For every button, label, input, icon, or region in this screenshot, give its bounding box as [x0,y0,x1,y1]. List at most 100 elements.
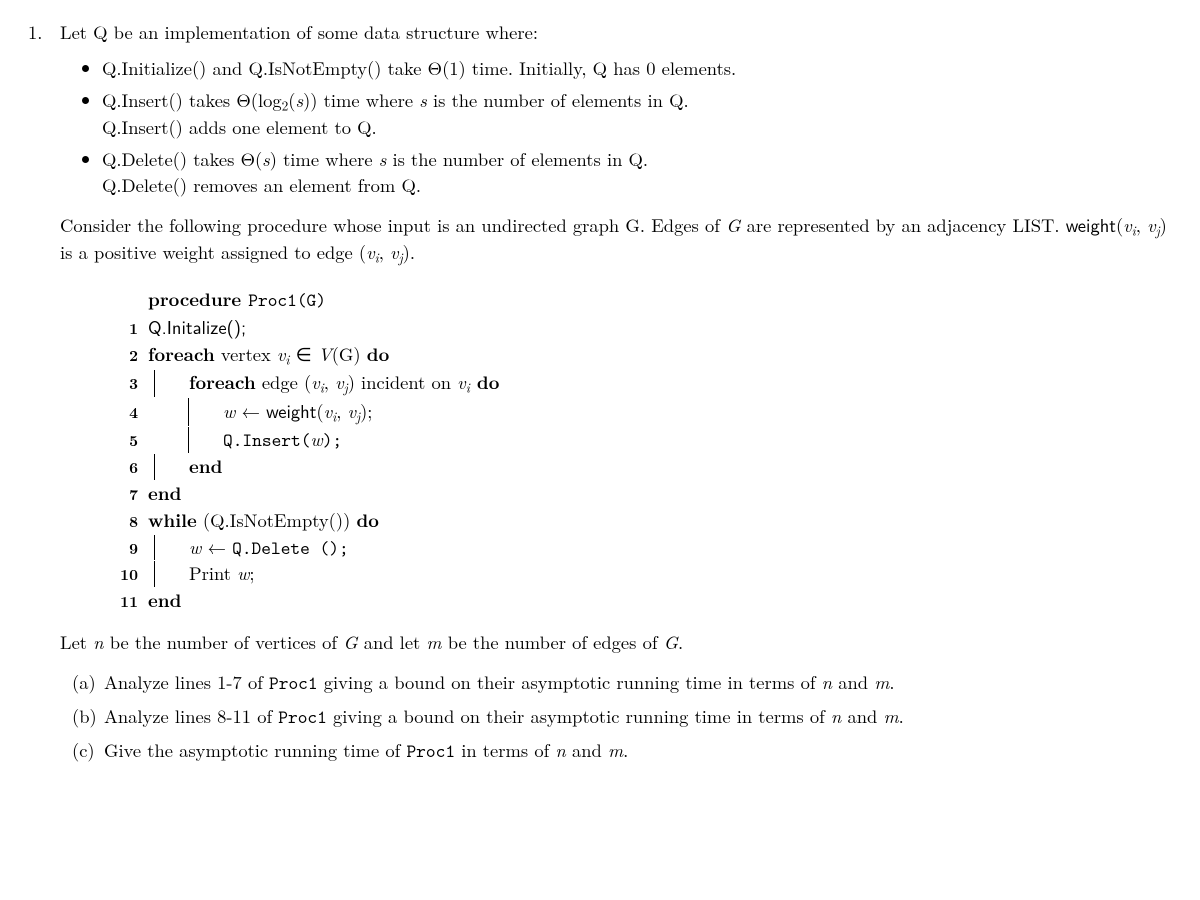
text: ; [249,560,254,586]
var-v: v [348,398,357,424]
alg-line-5: 5 Q.Insert(w); [110,427,1172,453]
alg-line-2: 2 foreach vertex vi ∈ V(G) do [110,342,1172,369]
text: ) time where [270,146,379,172]
alg-line-4: 4 w ← weight(vi, vj); [110,398,1172,426]
var-m: m [874,669,889,695]
part-label: (a) [72,670,104,696]
kw-while: while [148,507,197,533]
sym-assign: ← [235,398,266,424]
var-w: w [189,534,201,560]
kw-end: end [148,480,181,506]
text: edge ( [256,369,311,395]
line-no: 8 [110,510,138,532]
text: Q.Insert() adds one element to Q. [102,114,377,140]
bullet-delete: Q.Delete() takes Θ(s) time where s is th… [102,147,1172,199]
problem-body: Let Q be an implementation of some data … [60,20,1172,772]
text: and [566,737,608,763]
line-no: 11 [110,590,138,612]
text: . [623,737,628,763]
var-G: G [726,212,740,238]
var-m: m [883,703,898,729]
operation-list: Q.Initialize() and Q.IsNotEmpty() take Θ… [60,56,1172,199]
text: and [841,703,883,729]
text: . [899,703,904,729]
cond: (Q.IsNotEmpty()) [197,507,357,533]
text: Analyze lines 1-7 of [104,669,269,695]
var-v: v [1123,212,1132,238]
var-s: s [262,146,270,172]
alg-line-8: 8 while (Q.IsNotEmpty()) do [110,508,1172,534]
alg-line-11: 11 end [110,588,1172,614]
kw-foreach: foreach [189,369,256,395]
alg-line-1: 1 Q.Initalize(); [110,314,1172,341]
proc-name: Proc1 [278,704,327,729]
text: ( [316,398,323,424]
line-no: 2 [110,344,138,366]
text: are represented by an adjacency LIST. [740,212,1065,238]
text: )) time where [303,87,419,113]
line-no: 7 [110,483,138,505]
alg-line-10: 10 Print w; [110,561,1172,587]
call-delete: Q.Delete (); [232,535,349,560]
var-v: v [311,369,320,395]
text: giving a bound on their asymptotic runni… [327,703,831,729]
kw-end: end [148,587,181,613]
var-m: m [426,629,441,655]
algorithm-proc1: procedure Proc1(G) 1 Q.Initalize(); 2 fo… [110,287,1172,614]
kw-do: do [356,507,378,533]
var-v: v [390,239,399,265]
text: . [678,629,683,655]
kw-end: end [189,453,222,479]
var-v: v [366,239,375,265]
part-b: (b) Analyze lines 8-11 of Proc1 giving a… [72,704,1172,730]
text: be the number of edges of [442,629,664,655]
bullet-insert: Q.Insert() takes Θ(log2(s)) time where s… [102,88,1172,141]
var-v: v [335,369,344,395]
kw-do: do [470,369,500,395]
var-v: v [457,369,466,395]
sym-assign: ← [201,534,232,560]
text: be the number of vertices of [104,629,344,655]
text: , [324,369,335,395]
var-m: m [608,737,623,763]
var-s: s [295,87,303,113]
definitions-n-m: Let n be the number of vertices of G and… [60,630,1172,656]
var-V: V [318,341,332,367]
text: Let [60,629,93,655]
call-insert: Q.Insert( [223,427,310,452]
text: , [379,239,390,265]
text: giving a bound on their asymptotic runni… [318,669,822,695]
alg-header: procedure Proc1(G) [110,287,1172,313]
line-no: 9 [110,537,138,559]
text: and [832,669,874,695]
fn-weight: weight [266,397,316,424]
stmt: Q.Initalize(); [148,313,246,340]
text: Q.Delete() takes Θ( [102,146,262,172]
var-n: n [555,737,565,763]
var-n: n [822,669,832,695]
text: Give the asymptotic running time of [104,737,406,763]
alg-line-3: 3 foreach edge (vi, vj) incident on vi d… [110,370,1172,397]
fn-weight: weight [1066,211,1116,238]
kw-do: do [367,341,389,367]
intro-text: Let Q be an implementation of some data … [60,20,1172,46]
var-v: v [1147,212,1156,238]
stmt-print: Print [189,560,237,586]
text: is the number of elements in Q. [427,87,689,113]
text: , [1136,212,1147,238]
text: in terms of [455,737,555,763]
part-label: (b) [72,704,104,730]
var-w: w [223,398,235,424]
text: is the number of elements in Q. [386,146,648,172]
text: and let [358,629,427,655]
var-G: G [343,629,357,655]
subparts: (a) Analyze lines 1-7 of Proc1 giving a … [72,670,1172,764]
bullet-initialize: Q.Initialize() and Q.IsNotEmpty() take Θ… [102,56,1172,82]
line-no: 3 [110,372,138,394]
line-no: 5 [110,429,138,451]
text: ). [403,239,415,265]
procedure-intro: Consider the following procedure whose i… [60,212,1172,267]
proc-name: Proc1(G) [248,287,326,312]
text: Consider the following procedure whose i… [60,212,726,238]
problem-number: 1. [28,20,60,772]
